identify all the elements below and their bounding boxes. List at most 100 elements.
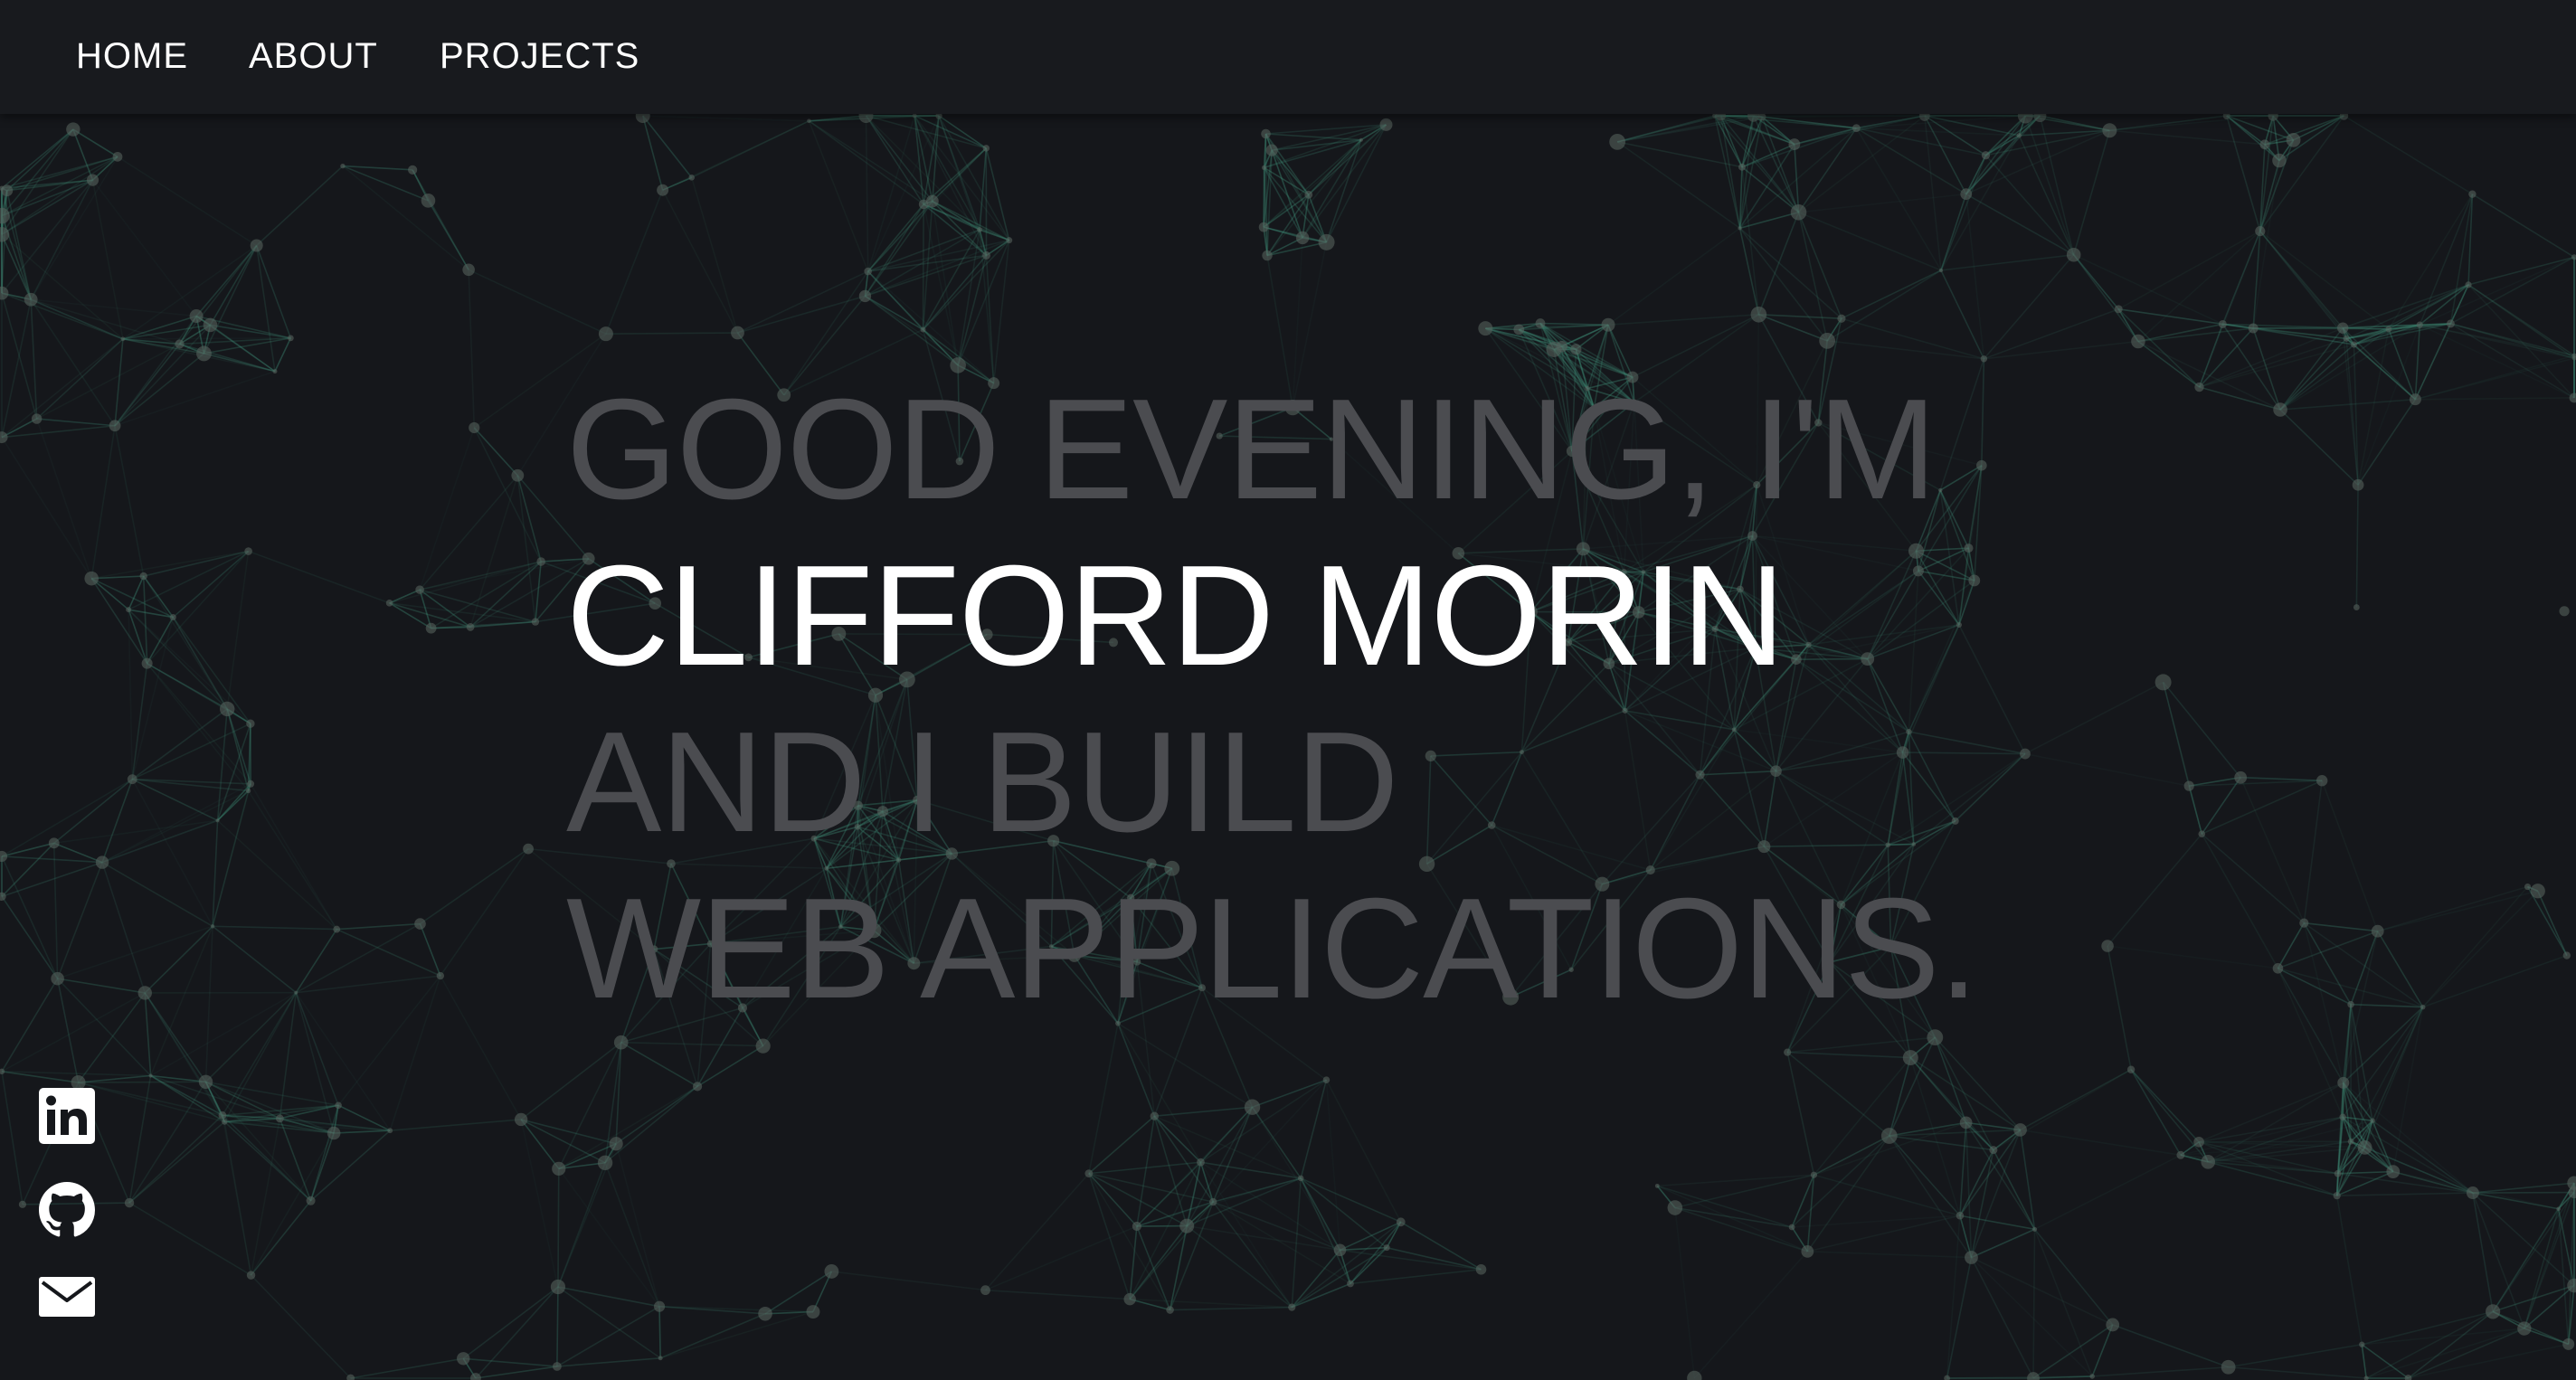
network-line: [6, 128, 74, 192]
network-node: [2468, 190, 2477, 198]
network-line: [1965, 1122, 1973, 1258]
network-line: [1946, 1215, 1961, 1379]
network-line: [128, 1120, 225, 1204]
network-node: [1989, 1146, 1998, 1155]
network-line: [1251, 1106, 1341, 1251]
network-line: [1616, 115, 1721, 143]
network-line: [2130, 1069, 2200, 1143]
network-node: [86, 174, 99, 186]
network-line: [2361, 1344, 2409, 1379]
network-line: [473, 427, 542, 562]
network-node: [511, 468, 525, 482]
network-line: [2228, 1343, 2363, 1368]
email-link[interactable]: [39, 1275, 95, 1325]
network-node: [457, 1352, 470, 1366]
network-line: [1, 978, 59, 1073]
network-node: [1981, 151, 1991, 160]
network-line: [2471, 193, 2575, 259]
network-node: [2255, 226, 2266, 237]
network-line: [1983, 254, 2075, 360]
network-node: [333, 925, 341, 933]
hero-tagline-line-1: AND I BUILD: [566, 703, 1399, 862]
linkedin-icon: [39, 1088, 95, 1144]
network-line: [1814, 1174, 1961, 1217]
nav-about-link[interactable]: ABOUT: [249, 34, 378, 78]
network-line: [1940, 253, 2074, 271]
network-line: [2073, 254, 2119, 310]
network-line: [1807, 1251, 1972, 1259]
network-line: [295, 929, 337, 994]
network-line: [1, 1071, 24, 1205]
network-line: [1, 855, 59, 979]
network-line: [91, 550, 249, 580]
network-line: [809, 120, 933, 203]
network-node: [2273, 402, 2287, 417]
network-node: [1880, 1128, 1898, 1144]
network-node: [1333, 1243, 1347, 1257]
network-node: [2363, 1375, 2369, 1380]
network-node: [2183, 780, 2194, 791]
network-node: [2562, 1337, 2575, 1350]
network-line: [605, 189, 664, 335]
network-line: [1291, 1221, 1402, 1309]
page: HOME ABOUT PROJECTS GOOD EVENING, I'M CL…: [0, 0, 2576, 1380]
network-node: [2194, 382, 2204, 392]
network-line: [72, 128, 118, 158]
network-line: [101, 819, 218, 864]
nav-home-link[interactable]: HOME: [76, 34, 188, 78]
github-link[interactable]: [39, 1182, 95, 1243]
network-line: [2377, 931, 2424, 1008]
network-line: [2524, 1328, 2569, 1346]
network-node: [2020, 748, 2031, 760]
network-line: [992, 240, 1010, 383]
network-line: [475, 1366, 558, 1379]
network-line: [2188, 785, 2203, 835]
network-node: [2357, 1139, 2372, 1155]
network-node: [112, 151, 123, 162]
network-node: [0, 850, 8, 863]
network-line: [642, 115, 693, 178]
network-node: [1819, 332, 1836, 349]
network-node: [755, 1038, 771, 1054]
network-line: [1617, 116, 1763, 143]
network-line: [2277, 922, 2305, 969]
network-node: [250, 239, 263, 252]
network-node: [1262, 250, 1273, 261]
network-line: [2422, 890, 2539, 1008]
network-node: [2347, 1000, 2354, 1008]
network-node: [653, 1300, 666, 1312]
network-node: [2248, 323, 2259, 334]
network-line: [2228, 1366, 2367, 1379]
network-line: [309, 1105, 339, 1202]
network-line: [2109, 129, 2265, 146]
nav-projects-link[interactable]: PROJECTS: [440, 34, 639, 78]
network-node: [2465, 281, 2472, 288]
network-node: [385, 600, 393, 607]
network-node: [2259, 139, 2270, 150]
network-line: [938, 115, 988, 256]
network-node: [1852, 124, 1861, 133]
network-line: [1940, 269, 1985, 360]
network-line: [1117, 1023, 1202, 1163]
network-node: [24, 292, 38, 307]
network-node: [1304, 190, 1313, 199]
network-line: [172, 550, 250, 619]
network-line: [1187, 1224, 1340, 1252]
network-node: [2347, 1138, 2354, 1145]
network-line: [114, 343, 181, 427]
network-node: [2234, 770, 2248, 784]
network-node: [912, 113, 917, 118]
linkedin-link[interactable]: [39, 1088, 95, 1148]
network-node: [1244, 1099, 1261, 1115]
network-line: [984, 1173, 1090, 1291]
network-node: [1261, 165, 1267, 170]
network-line: [255, 245, 292, 339]
network-line: [36, 343, 180, 420]
network-line: [2259, 230, 2390, 330]
network-line: [808, 120, 869, 272]
network-line: [1, 424, 116, 439]
network-line: [2337, 1170, 2393, 1175]
network-node: [2066, 247, 2081, 262]
network-node: [2420, 1004, 2426, 1010]
network-line: [659, 1305, 813, 1313]
